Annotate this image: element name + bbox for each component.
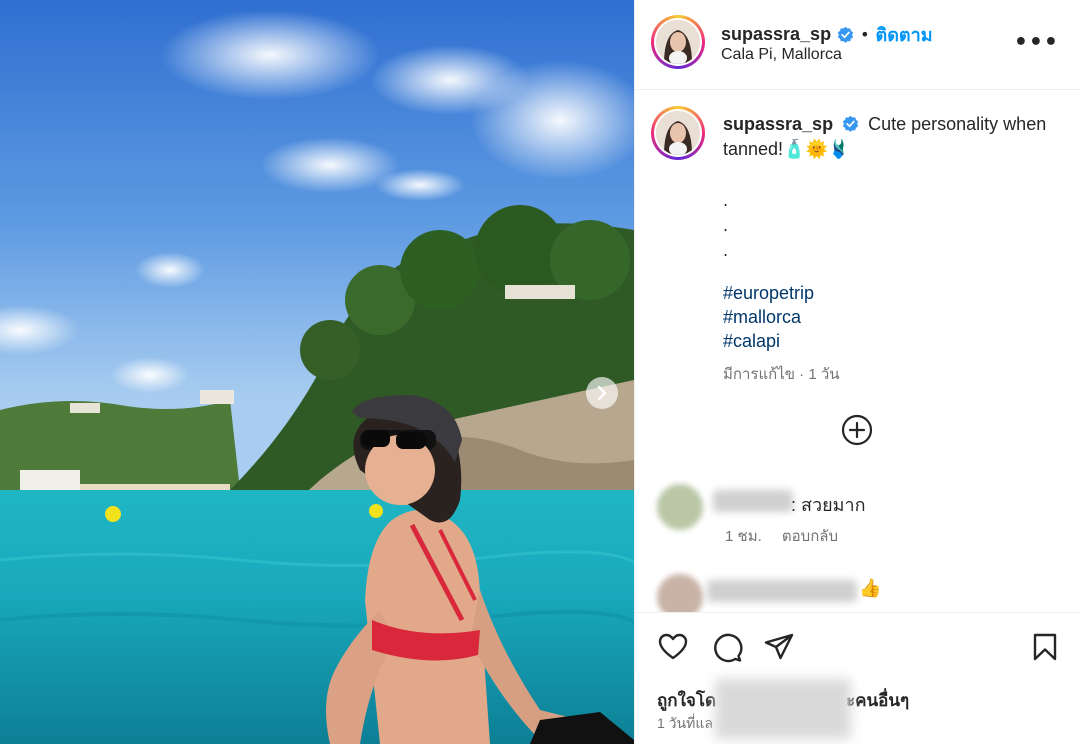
- commenter-avatar[interactable]: [657, 484, 703, 530]
- photo-image: [0, 0, 634, 744]
- avatar-image: [656, 20, 700, 64]
- verified-badge-icon: [842, 115, 859, 132]
- edited-meta: มีการแก้ไข · 1 วัน: [723, 366, 840, 383]
- reply-button[interactable]: ตอบกลับ: [782, 528, 838, 545]
- comment-item: 👍: [651, 570, 1071, 612]
- bookmark-icon[interactable]: [1029, 631, 1061, 663]
- caption-emojis: 🧴🌞🩱: [783, 139, 851, 159]
- liked-by-prefix: ถูกใจโด: [657, 691, 717, 710]
- post-location[interactable]: Cala Pi, Mallorca: [721, 46, 842, 64]
- caption-dot: .: [723, 241, 729, 260]
- commenter-username[interactable]: [707, 580, 857, 602]
- avatar-image: [656, 111, 700, 155]
- commenter-username[interactable]: [713, 490, 793, 512]
- separator-dot: •: [860, 25, 870, 44]
- chevron-right-icon: [597, 385, 607, 401]
- post-header: supassra_sp • ติดตาม Cala Pi, Mallorca •…: [635, 0, 1080, 90]
- load-more-comments-icon[interactable]: [840, 413, 874, 447]
- verified-badge-icon: [837, 26, 854, 43]
- post-time: 1 วันที่แล: [657, 715, 713, 731]
- hashtag-link[interactable]: #calapi: [723, 329, 814, 353]
- liked-by-suffix: ะคนอื่นๆ: [846, 691, 910, 710]
- hashtag-link[interactable]: #europetrip: [723, 281, 814, 305]
- comment-text: : สวยมาก: [791, 495, 866, 515]
- caption-dots: . . .: [723, 188, 728, 263]
- hashtag-list: #europetrip #mallorca #calapi: [723, 281, 814, 353]
- next-photo-button[interactable]: [586, 377, 618, 409]
- comment-time: 1 ชม.: [725, 528, 762, 545]
- redacted-blur: [715, 679, 851, 739]
- caption-dot: .: [723, 216, 729, 235]
- commenter-avatar[interactable]: [657, 574, 703, 612]
- post-photo[interactable]: [0, 0, 634, 744]
- caption-dot: .: [723, 191, 729, 210]
- follow-button[interactable]: ติดตาม: [876, 20, 933, 49]
- post-caption: supassra_sp Cute personality when tanned…: [723, 112, 1053, 162]
- share-icon[interactable]: [763, 631, 795, 663]
- author-username[interactable]: supassra_sp: [721, 24, 831, 45]
- action-bar: ถูกใจโด ะคนอื่นๆ 1 วันที่แล: [635, 612, 1080, 744]
- heart-icon[interactable]: [657, 631, 689, 663]
- caption-author-avatar[interactable]: [651, 106, 705, 160]
- comment-text: 👍: [859, 578, 882, 598]
- comment-icon[interactable]: [711, 631, 743, 663]
- caption-username[interactable]: supassra_sp: [723, 114, 833, 134]
- comment-item: : สวยมาก 1 ชม. ตอบกลับ: [651, 482, 1071, 552]
- more-options-icon[interactable]: •••: [1014, 30, 1059, 55]
- post-side-panel: supassra_sp • ติดตาม Cala Pi, Mallorca •…: [634, 0, 1080, 744]
- author-avatar[interactable]: [651, 15, 705, 69]
- hashtag-link[interactable]: #mallorca: [723, 305, 814, 329]
